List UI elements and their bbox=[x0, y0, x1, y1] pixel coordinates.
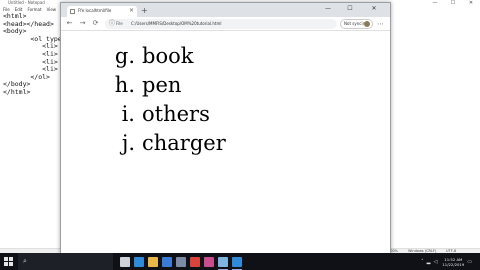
new-tab-button[interactable]: + bbox=[141, 6, 148, 16]
network-icon[interactable]: ▂ bbox=[427, 259, 431, 265]
list-item-text: pen bbox=[142, 73, 182, 97]
taskbar: ⌕ ˄ ▂ ◁ 11:52 AM 11/22/2019 ▭ bbox=[0, 253, 480, 270]
address-url[interactable]: C:/Users/MMFIS/Desktop/OM%20tutorial.htm… bbox=[131, 19, 221, 29]
list-marker: i. bbox=[121, 102, 135, 126]
list-marker: h. bbox=[114, 73, 135, 97]
address-scheme-label: File bbox=[116, 21, 123, 26]
edge-icon[interactable] bbox=[134, 257, 144, 267]
clock-date: 11/22/2019 bbox=[442, 261, 465, 267]
tab-close-icon[interactable]: × bbox=[129, 7, 134, 14]
notification-icon[interactable]: ▭ bbox=[467, 259, 472, 265]
media-icon[interactable] bbox=[204, 257, 214, 267]
minimize-button[interactable]: — bbox=[319, 3, 337, 15]
profile-sync-button[interactable]: Not syncing bbox=[340, 19, 373, 29]
list-item-text: charger bbox=[142, 131, 226, 155]
list-item: j. charger bbox=[61, 131, 261, 160]
browser-app-icon[interactable] bbox=[232, 257, 242, 270]
list-item: g. book bbox=[61, 44, 261, 73]
file-icon bbox=[70, 9, 75, 14]
notepad-title: Untitled - Notepad bbox=[8, 0, 45, 5]
taskbar-clock[interactable]: 11:52 AM 11/22/2019 bbox=[442, 257, 464, 267]
notepad-maximize-button[interactable]: ☐ bbox=[444, 0, 462, 7]
forward-button[interactable]: → bbox=[77, 18, 88, 29]
tab-title: Ffe localhtml/file bbox=[78, 8, 112, 13]
system-tray: ˄ ▂ ◁ 11:52 AM 11/22/2019 ▭ bbox=[421, 253, 472, 270]
close-button[interactable]: ✕ bbox=[365, 3, 383, 15]
list-item: i. others bbox=[61, 102, 261, 131]
maximize-button[interactable]: ☐ bbox=[341, 3, 359, 15]
file-explorer-icon[interactable] bbox=[148, 257, 158, 267]
list-marker: g. bbox=[114, 44, 135, 68]
refresh-button[interactable]: ⟳ bbox=[90, 18, 101, 29]
chrome-icon[interactable] bbox=[190, 257, 200, 267]
list-item: h. pen bbox=[61, 73, 261, 102]
code-line: </html> bbox=[3, 87, 31, 96]
store-icon[interactable] bbox=[162, 257, 172, 267]
clock-time: 11:52 AM bbox=[444, 256, 463, 262]
notepad-close-button[interactable]: ✕ bbox=[462, 0, 480, 7]
back-button[interactable]: ← bbox=[64, 18, 75, 29]
search-icon: ⌕ bbox=[23, 257, 27, 265]
mail-icon[interactable] bbox=[176, 257, 186, 267]
volume-icon[interactable]: ◁ bbox=[434, 259, 438, 265]
chevron-up-icon[interactable]: ˄ bbox=[421, 259, 424, 265]
notepad-window-controls: — ☐ ✕ bbox=[426, 0, 480, 7]
list-marker: j. bbox=[121, 131, 135, 155]
address-bar[interactable]: ⓘ File C:/Users/MMFIS/Desktop/OM%20tutor… bbox=[105, 19, 337, 29]
task-view-icon[interactable] bbox=[120, 257, 130, 267]
page-content: g. book h. pen i. others j. charger bbox=[61, 32, 390, 254]
windows-start-button[interactable] bbox=[4, 257, 13, 266]
browser-window: Ffe localhtml/file × + — ☐ ✕ ← → ⟳ ⓘ Fil… bbox=[60, 2, 391, 255]
tab-strip: Ffe localhtml/file × + — ☐ ✕ bbox=[61, 3, 390, 17]
list-item-text: book bbox=[142, 44, 194, 68]
browser-toolbar: ← → ⟳ ⓘ File C:/Users/MMFIS/Desktop/OM%2… bbox=[61, 17, 390, 31]
more-menu-icon[interactable]: ⋯ bbox=[377, 19, 384, 29]
info-icon: ⓘ bbox=[109, 20, 116, 27]
avatar bbox=[364, 21, 370, 27]
notepad-minimize-button[interactable]: — bbox=[426, 0, 444, 7]
notepad-icon[interactable] bbox=[218, 257, 228, 270]
list-item-text: others bbox=[142, 102, 210, 126]
taskbar-search[interactable]: ⌕ bbox=[18, 253, 113, 270]
ordered-list: g. book h. pen i. others j. charger bbox=[61, 44, 261, 160]
tab-active[interactable]: Ffe localhtml/file × bbox=[67, 6, 137, 17]
notepad-editor[interactable]: <html> <head></head> <body> <ol type= <l… bbox=[3, 12, 66, 97]
